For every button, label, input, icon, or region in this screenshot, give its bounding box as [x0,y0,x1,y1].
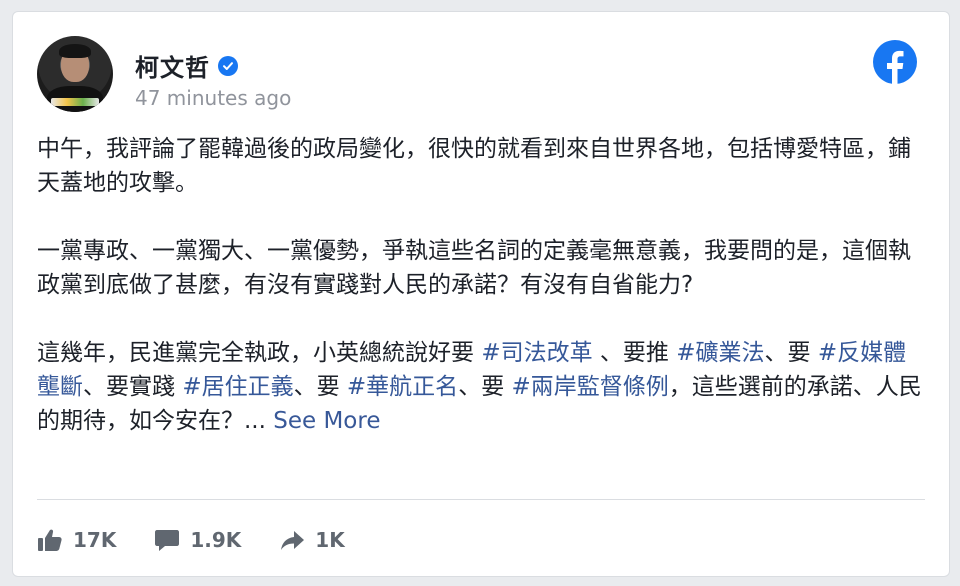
like-icon [38,529,62,551]
text-segment: 、要 [764,340,818,366]
comment-icon [155,530,180,551]
post-text: 中午，我評論了罷韓過後的政局變化，很快的就看到來自世界各地，包括博愛特區，鋪天蓋… [37,132,927,472]
post-timestamp[interactable]: 47 minutes ago [135,86,291,110]
author-row: 柯文哲 [135,48,238,83]
facebook-logo-icon [873,40,917,84]
author-name[interactable]: 柯文哲 [135,48,210,83]
post-paragraph: 這幾年，民進黨完全執政，小英總統說好要 #司法改革 、要推 #礦業法、要 #反媒… [37,336,927,438]
avatar[interactable] [37,36,113,112]
post-paragraph: 中午，我評論了罷韓過後的政局變化，很快的就看到來自世界各地，包括博愛特區，鋪天蓋… [37,136,911,196]
hashtag-link[interactable]: #華航正名 [347,374,458,400]
text-segment: 、要推 [592,340,677,366]
post-paragraph: 一黨專政、一黨獨大、一黨優勢，爭執這些名詞的定義毫無意義，我要問的是，這個執政黨… [37,238,911,298]
hashtag-link[interactable]: #礦業法 [676,340,764,366]
divider [37,499,925,500]
text-segment: 這幾年，民進黨完全執政，小英總統說好要 [37,340,482,366]
hashtag-link[interactable]: #兩岸監督條例 [512,374,669,400]
post-card: 柯文哲 47 minutes ago 中午，我評論了罷韓過後的政局變化，很快的就… [12,11,950,577]
share-icon [281,531,305,550]
comment-button[interactable]: 1.9K [154,527,241,553]
text-segment: 、要 [458,374,512,400]
hashtag-link[interactable]: #居住正義 [182,374,293,400]
text-segment: 、要 [293,374,347,400]
engagement-bar: 17K 1.9K 1K [37,522,383,558]
like-button[interactable]: 17K [37,527,116,553]
see-more-link[interactable]: See More [273,408,380,434]
hashtag-link[interactable]: #司法改革 [481,340,592,366]
share-button[interactable]: 1K [279,527,345,553]
post-header: 柯文哲 47 minutes ago [37,36,917,116]
comment-count: 1.9K [190,528,242,552]
verified-badge-icon [218,55,238,76]
like-count: 17K [73,528,117,552]
text-segment: 、要實踐 [83,374,183,400]
share-count: 1K [315,528,345,552]
